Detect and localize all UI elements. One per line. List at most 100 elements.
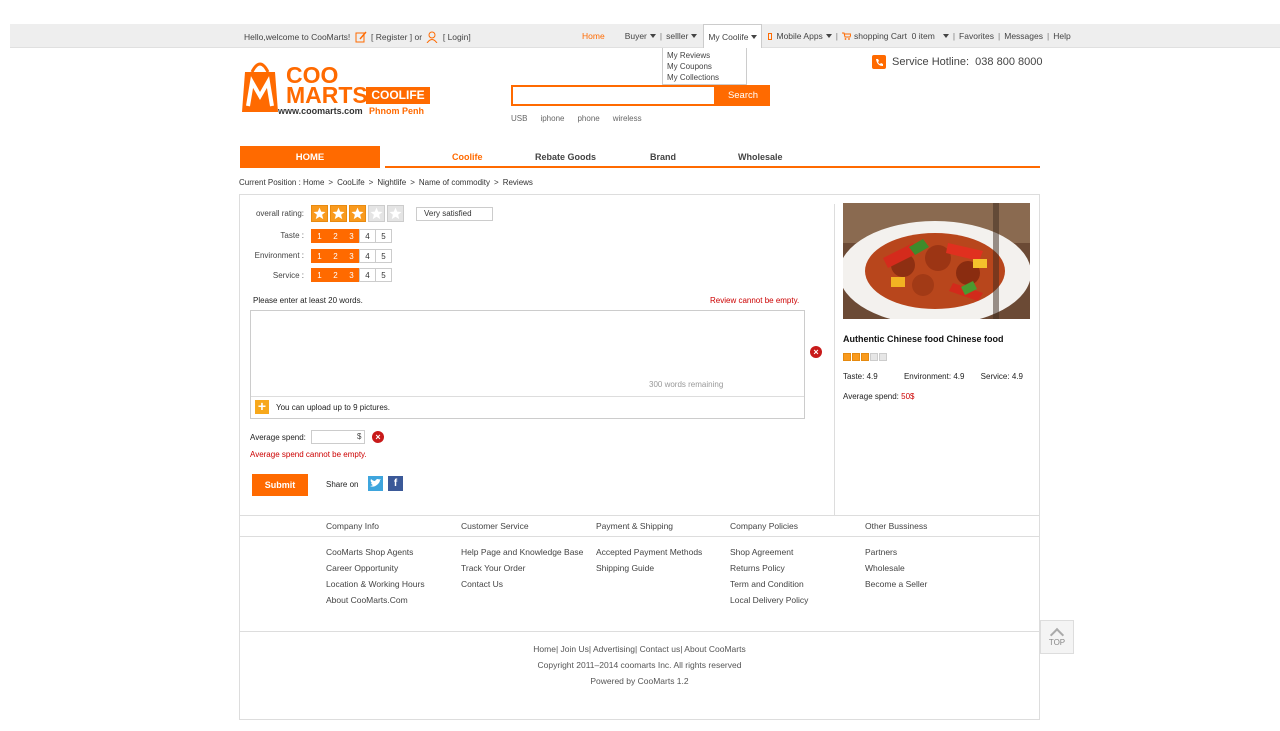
help-link[interactable]: Help bbox=[1049, 24, 1074, 48]
dropdown-item-my-collections[interactable]: My Collections bbox=[667, 72, 742, 83]
words-remaining: 300 words remaining bbox=[649, 380, 724, 389]
favorites-link[interactable]: Favorites bbox=[955, 24, 998, 48]
mobile-apps-menu[interactable]: Mobile Apps bbox=[764, 24, 835, 48]
scale-option[interactable]: 4 bbox=[359, 249, 376, 263]
score-service: 4.9 bbox=[1011, 372, 1023, 381]
rating-star-icon[interactable] bbox=[387, 205, 404, 222]
scale-option[interactable]: 2 bbox=[327, 229, 344, 243]
avg-spend-label: Average spend: bbox=[843, 392, 899, 401]
scale-option[interactable]: 5 bbox=[375, 249, 392, 263]
footer-link[interactable]: Shipping Guide bbox=[596, 563, 702, 579]
product-image[interactable] bbox=[843, 203, 1030, 319]
environment-scale[interactable]: 12345 bbox=[311, 249, 392, 263]
scale-option[interactable]: 2 bbox=[327, 249, 344, 263]
overall-rating-stars[interactable] bbox=[311, 205, 404, 222]
review-hint: Please enter at least 20 words. bbox=[253, 296, 363, 305]
score-taste-label: Taste: bbox=[843, 372, 865, 381]
nav-item-rebate-goods[interactable]: Rebate Goods bbox=[535, 152, 596, 162]
cart-count: 0 item bbox=[911, 31, 935, 41]
error-icon: × bbox=[372, 431, 384, 443]
scale-option[interactable]: 3 bbox=[343, 249, 360, 263]
footer-link[interactable]: Help Page and Knowledge Base bbox=[461, 547, 583, 563]
main-nav: Coolife Rebate Goods Brand Wholesale bbox=[385, 146, 1040, 166]
scale-option[interactable]: 4 bbox=[359, 268, 376, 282]
mini-star-icon bbox=[843, 353, 851, 361]
back-to-top-button[interactable]: TOP bbox=[1040, 620, 1074, 654]
top-bar: Hello,welcome to CooMarts! [ Register ] … bbox=[10, 24, 1280, 48]
breadcrumb-commodity[interactable]: Name of commodity bbox=[419, 178, 490, 187]
taste-scale[interactable]: 12345 bbox=[311, 229, 392, 243]
scale-option[interactable]: 5 bbox=[375, 268, 392, 282]
nav-home-tab[interactable]: HOME bbox=[240, 146, 380, 168]
footer-link[interactable]: Accepted Payment Methods bbox=[596, 547, 702, 563]
breadcrumb-separator: > bbox=[368, 178, 374, 187]
footer-link[interactable]: About CooMarts.Com bbox=[326, 595, 425, 611]
welcome-area: Hello,welcome to CooMarts! [ Register ] … bbox=[244, 31, 471, 43]
rating-star-icon[interactable] bbox=[368, 205, 385, 222]
chevron-down-icon bbox=[649, 34, 656, 38]
footer-link[interactable]: Career Opportunity bbox=[326, 563, 425, 579]
scale-option[interactable]: 3 bbox=[343, 268, 360, 282]
scale-option[interactable]: 3 bbox=[343, 229, 360, 243]
footer-link[interactable]: Term and Condition bbox=[730, 579, 808, 595]
footer-link[interactable]: Contact Us bbox=[461, 579, 583, 595]
search-input[interactable] bbox=[511, 85, 716, 106]
nav-item-brand[interactable]: Brand bbox=[650, 152, 676, 162]
shopping-cart-menu[interactable]: shopping Cart 0 item bbox=[838, 24, 953, 48]
seller-menu[interactable]: selller bbox=[662, 24, 701, 48]
nav-item-wholesale[interactable]: Wholesale bbox=[738, 152, 783, 162]
product-title[interactable]: Authentic Chinese food Chinese food bbox=[843, 334, 1004, 344]
service-scale[interactable]: 12345 bbox=[311, 268, 392, 282]
submit-button[interactable]: Submit bbox=[252, 474, 308, 496]
footer-column: Payment & Shipping Accepted Payment Metho… bbox=[596, 521, 702, 579]
add-picture-icon[interactable]: + bbox=[255, 399, 269, 414]
breadcrumb-nightlife[interactable]: Nightlife bbox=[377, 178, 406, 187]
footer-link[interactable]: Partners bbox=[865, 547, 927, 563]
footer-link[interactable]: Wholesale bbox=[865, 563, 927, 579]
scale-option[interactable]: 1 bbox=[311, 249, 328, 263]
scale-option[interactable]: 5 bbox=[375, 229, 392, 243]
dropdown-item-my-coupons[interactable]: My Coupons bbox=[667, 61, 742, 72]
dropdown-item-my-reviews[interactable]: My Reviews bbox=[667, 50, 742, 61]
buyer-menu[interactable]: Buyer bbox=[621, 24, 660, 48]
chevron-down-icon bbox=[825, 34, 832, 38]
rating-star-icon[interactable] bbox=[311, 205, 328, 222]
scale-option[interactable]: 1 bbox=[311, 268, 328, 282]
hot-word-link[interactable]: USB bbox=[511, 114, 527, 123]
breadcrumb-coolife[interactable]: CooLife bbox=[337, 178, 365, 187]
hot-word-link[interactable]: wireless bbox=[613, 114, 642, 123]
top-nav-links: Home Buyer | selller My Coolife Mobile A… bbox=[578, 24, 1075, 48]
facebook-icon[interactable]: f bbox=[388, 476, 403, 491]
product-rating-stars bbox=[843, 353, 887, 361]
environment-label: Environment : bbox=[254, 251, 304, 260]
login-link[interactable]: [ Login] bbox=[443, 32, 471, 42]
footer-link[interactable]: Track Your Order bbox=[461, 563, 583, 579]
search-button[interactable]: Search bbox=[716, 85, 770, 106]
scale-option[interactable]: 2 bbox=[327, 268, 344, 282]
footer-link[interactable]: CooMarts Shop Agents bbox=[326, 547, 425, 563]
service-label: Service : bbox=[272, 271, 304, 280]
hot-word-link[interactable]: phone bbox=[577, 114, 599, 123]
nav-item-coolife[interactable]: Coolife bbox=[452, 152, 483, 162]
messages-link[interactable]: Messages bbox=[1000, 24, 1047, 48]
coomarts-logo[interactable]: COO MARTS COOLIFE www.coomarts.com Phnom… bbox=[242, 60, 437, 120]
rating-star-icon[interactable] bbox=[330, 205, 347, 222]
twitter-icon[interactable] bbox=[368, 476, 383, 491]
footer-link[interactable]: Returns Policy bbox=[730, 563, 808, 579]
hot-word-link[interactable]: iphone bbox=[540, 114, 564, 123]
footer-links[interactable]: Home| Join Us| Advertising| Contact us| … bbox=[240, 641, 1039, 657]
footer-link[interactable]: Become a Seller bbox=[865, 579, 927, 595]
footer-link[interactable]: Local Delivery Policy bbox=[730, 595, 808, 611]
register-link[interactable]: [ Register ] bbox=[371, 32, 412, 42]
footer-link[interactable]: Location & Working Hours bbox=[326, 579, 425, 595]
scale-option[interactable]: 1 bbox=[311, 229, 328, 243]
logo-badge: COOLIFE bbox=[366, 87, 430, 104]
breadcrumb-home[interactable]: Home bbox=[303, 178, 324, 187]
breadcrumb-separator: > bbox=[410, 178, 415, 187]
top-home-link[interactable]: Home bbox=[578, 24, 609, 48]
footer-link[interactable]: Shop Agreement bbox=[730, 547, 808, 563]
my-coolife-menu[interactable]: My Coolife bbox=[703, 24, 763, 48]
user-icon bbox=[427, 31, 438, 43]
scale-option[interactable]: 4 bbox=[359, 229, 376, 243]
rating-star-icon[interactable] bbox=[349, 205, 366, 222]
